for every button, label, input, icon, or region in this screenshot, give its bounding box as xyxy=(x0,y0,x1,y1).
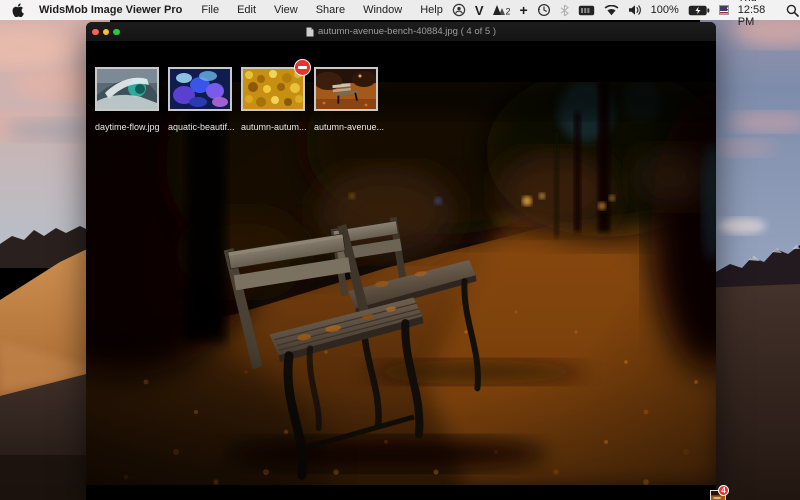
thumbnail-autumn-avenue[interactable]: autumn-avenue... xyxy=(314,67,378,132)
app-menu-title[interactable]: WidsMob Image Viewer Pro xyxy=(39,4,192,16)
thumbnail-strip: daytime-flow.jpg xyxy=(95,67,378,132)
viewer-content: daytime-flow.jpg xyxy=(86,41,716,500)
us-flag-icon[interactable] xyxy=(719,5,729,15)
export-tray[interactable]: 4 xyxy=(710,490,727,500)
tray-count-badge: 4 xyxy=(718,485,729,496)
battery-charging-icon xyxy=(688,2,710,18)
plus-icon[interactable]: + xyxy=(519,2,527,18)
volume-icon[interactable] xyxy=(628,2,642,18)
menu-share[interactable]: Share xyxy=(307,4,354,16)
spotlight-icon[interactable] xyxy=(786,2,799,18)
user-circle-icon[interactable] xyxy=(452,2,466,18)
apple-menu-icon[interactable] xyxy=(12,3,25,17)
menu-clock[interactable]: Thu 12:58 PM xyxy=(738,0,777,28)
menu-file[interactable]: File xyxy=(192,4,228,16)
bluetooth-icon[interactable] xyxy=(560,2,569,18)
image-viewer-window: autumn-avenue-bench-40884.jpg ( 4 of 5 ) xyxy=(86,22,716,500)
desktop: WidsMob Image Viewer Pro File Edit View … xyxy=(0,0,800,500)
remove-badge-icon[interactable] xyxy=(294,59,311,76)
zoom-button[interactable] xyxy=(113,29,120,36)
thumbnail-label: autumn-avenue... xyxy=(314,122,378,132)
wifi-icon[interactable] xyxy=(604,2,619,18)
thumbnail-autumn-leaves[interactable]: autumn-autum... xyxy=(241,67,305,132)
coral-thumbnail-image xyxy=(170,69,230,109)
battery-percent: 100% xyxy=(651,4,679,16)
control-bar xyxy=(86,485,716,500)
thumbnail-label: aquatic-beautif... xyxy=(168,122,232,132)
leaves-thumbnail-image xyxy=(243,69,303,109)
thumbnail-label: autumn-autum... xyxy=(241,122,305,132)
menu-help[interactable]: Help xyxy=(411,4,452,16)
menu-edit[interactable]: Edit xyxy=(228,4,265,16)
menu-bar: WidsMob Image Viewer Pro File Edit View … xyxy=(0,0,800,20)
document-icon xyxy=(306,27,314,37)
thumbnail-daytime-flow[interactable]: daytime-flow.jpg xyxy=(95,67,159,132)
display-icon[interactable] xyxy=(578,2,595,18)
svg-text:2: 2 xyxy=(506,7,511,17)
menu-window[interactable]: Window xyxy=(354,4,411,16)
input-source-icon[interactable]: 2 xyxy=(492,2,510,18)
thumbnail-label: daytime-flow.jpg xyxy=(95,122,159,132)
time-machine-icon[interactable] xyxy=(537,2,551,18)
minimize-button[interactable] xyxy=(103,29,110,36)
v-app-icon[interactable]: V xyxy=(475,2,484,18)
bench-thumbnail-image xyxy=(316,69,376,109)
wave-thumbnail-image xyxy=(97,69,157,109)
close-button[interactable] xyxy=(92,29,99,36)
menu-view[interactable]: View xyxy=(265,4,307,16)
main-photo-autumn-benches[interactable] xyxy=(86,82,716,485)
thumbnail-aquatic[interactable]: aquatic-beautif... xyxy=(168,67,232,132)
